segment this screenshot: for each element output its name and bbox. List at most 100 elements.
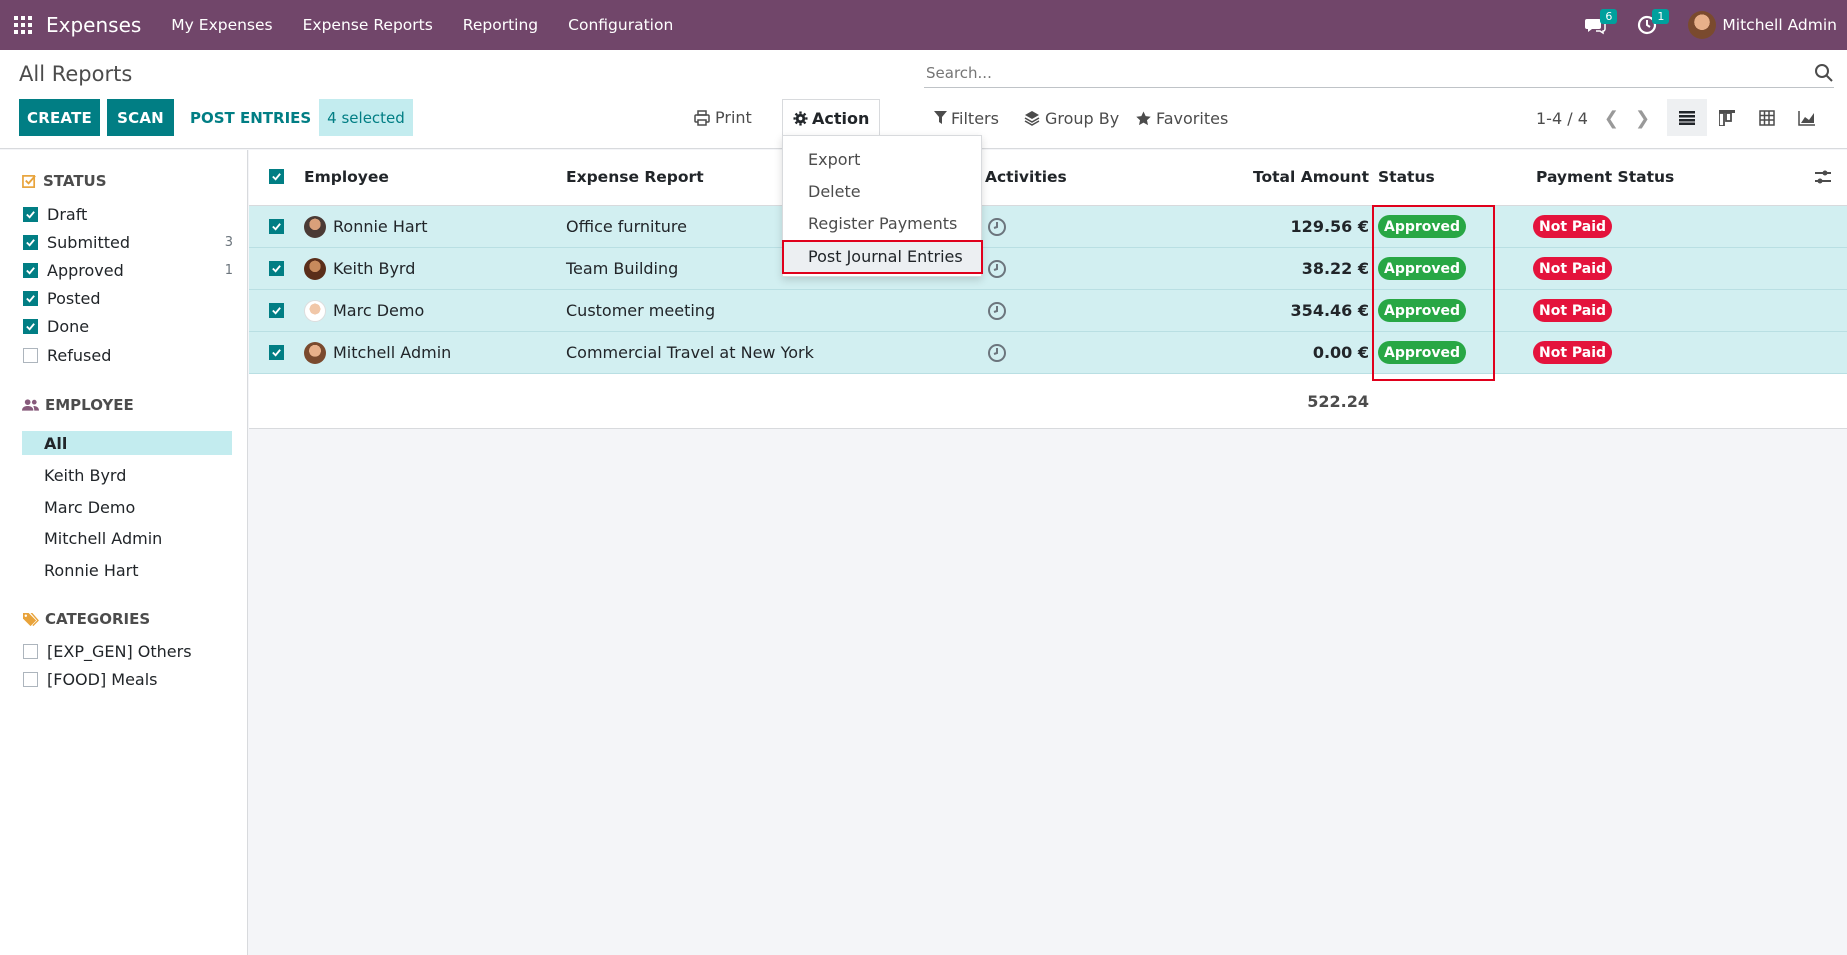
activities-clock-icon[interactable]: 1 bbox=[1636, 9, 1670, 36]
filters-label: Filters bbox=[951, 108, 999, 128]
status-label: Approved bbox=[47, 260, 124, 280]
column-payment-status[interactable]: Payment Status bbox=[1536, 168, 1674, 186]
status-label: Posted bbox=[47, 288, 101, 308]
status-label: Submitted bbox=[47, 232, 131, 252]
activity-clock-icon[interactable] bbox=[987, 343, 1007, 363]
user-name[interactable]: Mitchell Admin bbox=[1722, 16, 1837, 34]
status-label: Draft bbox=[47, 204, 88, 224]
status-filter-submitted[interactable]: Submitted 3 bbox=[23, 230, 233, 254]
employee-filter-keith-byrd[interactable]: Keith Byrd bbox=[22, 463, 232, 487]
table-row[interactable]: Marc Demo Customer meeting 354.46 € Appr… bbox=[249, 290, 1847, 332]
activity-clock-icon[interactable] bbox=[987, 259, 1007, 279]
list-header: Employee Expense Report Activities Total… bbox=[249, 150, 1847, 206]
column-activities[interactable]: Activities bbox=[985, 168, 1067, 186]
action-menu-export[interactable]: Export bbox=[783, 143, 981, 175]
checkbox-checked-icon[interactable] bbox=[23, 262, 38, 278]
total-sum: 522.24 bbox=[1307, 392, 1369, 411]
search-input[interactable] bbox=[924, 63, 1814, 82]
status-count: 3 bbox=[224, 234, 233, 250]
column-status[interactable]: Status bbox=[1378, 168, 1435, 186]
checkbox-checked-icon[interactable] bbox=[23, 290, 38, 306]
row-checkbox[interactable] bbox=[269, 219, 284, 234]
pivot-view-icon[interactable] bbox=[1747, 99, 1787, 136]
post-entries-button[interactable]: POST ENTRIES bbox=[190, 99, 311, 136]
action-label: Action bbox=[812, 108, 870, 128]
menu-expense-reports[interactable]: Expense Reports bbox=[303, 16, 433, 34]
checkbox-checked-icon[interactable] bbox=[23, 318, 38, 334]
checkbox-checked-icon[interactable] bbox=[23, 234, 38, 250]
employee-section-header: EMPLOYEE bbox=[22, 396, 134, 414]
search-bar[interactable] bbox=[924, 58, 1834, 88]
menu-configuration[interactable]: Configuration bbox=[568, 16, 673, 34]
filters-button[interactable]: Filters bbox=[934, 103, 999, 133]
checkbox-unchecked-icon[interactable] bbox=[23, 643, 38, 659]
column-expense-report[interactable]: Expense Report bbox=[566, 168, 704, 186]
pager-previous-icon[interactable]: ❮ bbox=[1604, 108, 1619, 129]
row-checkbox[interactable] bbox=[269, 345, 284, 360]
messages-icon[interactable]: 6 bbox=[1584, 9, 1618, 36]
list-view-icon[interactable] bbox=[1667, 99, 1707, 136]
employee-filter-ronnie-hart[interactable]: Ronnie Hart bbox=[22, 558, 232, 582]
checkbox-unchecked-icon[interactable] bbox=[23, 671, 38, 687]
category-filter-others[interactable]: [EXP_GEN] Others bbox=[23, 639, 233, 663]
employee-filter-mitchell-admin[interactable]: Mitchell Admin bbox=[22, 526, 232, 550]
users-icon bbox=[22, 399, 39, 411]
action-button[interactable]: Action bbox=[782, 99, 881, 136]
employee-filter-marc-demo[interactable]: Marc Demo bbox=[22, 495, 232, 519]
status-label: Refused bbox=[47, 345, 112, 365]
pager-value[interactable]: 1-4 / 4 bbox=[1536, 109, 1588, 128]
category-label: [FOOD] Meals bbox=[47, 669, 158, 689]
category-filter-meals[interactable]: [FOOD] Meals bbox=[23, 667, 233, 691]
action-menu-delete[interactable]: Delete bbox=[783, 175, 981, 207]
column-options-icon[interactable] bbox=[1814, 168, 1832, 186]
action-menu-register-payments[interactable]: Register Payments bbox=[783, 207, 981, 239]
column-total-amount[interactable]: Total Amount bbox=[1253, 168, 1369, 186]
status-filter-done[interactable]: Done bbox=[23, 314, 233, 338]
table-row[interactable]: Mitchell Admin Commercial Travel at New … bbox=[249, 332, 1847, 374]
employee-filter-all[interactable]: All bbox=[22, 431, 232, 455]
search-icon[interactable] bbox=[1814, 63, 1834, 83]
menu-my-expenses[interactable]: My Expenses bbox=[171, 16, 272, 34]
checkbox-unchecked-icon[interactable] bbox=[23, 347, 38, 363]
pager-next-icon[interactable]: ❯ bbox=[1635, 108, 1650, 129]
table-row[interactable]: Keith Byrd Team Building 38.22 € Approve… bbox=[249, 248, 1847, 290]
status-filter-approved[interactable]: Approved 1 bbox=[23, 258, 233, 282]
create-button[interactable]: CREATE bbox=[19, 99, 100, 136]
gear-icon bbox=[793, 110, 808, 126]
top-navbar: Expenses My Expenses Expense Reports Rep… bbox=[0, 0, 1847, 50]
layers-icon bbox=[1024, 111, 1040, 126]
status-filter-refused[interactable]: Refused bbox=[23, 343, 233, 367]
menu-reporting[interactable]: Reporting bbox=[463, 16, 538, 34]
status-title: STATUS bbox=[43, 172, 107, 190]
favorites-button[interactable]: Favorites bbox=[1136, 103, 1228, 133]
categories-title: CATEGORIES bbox=[45, 610, 151, 628]
graph-view-icon[interactable] bbox=[1787, 99, 1827, 136]
column-employee[interactable]: Employee bbox=[304, 168, 389, 186]
activity-clock-icon[interactable] bbox=[987, 217, 1007, 237]
activity-clock-icon[interactable] bbox=[987, 301, 1007, 321]
print-button[interactable]: Print bbox=[694, 99, 752, 136]
status-filter-draft[interactable]: Draft bbox=[23, 202, 233, 226]
total-amount: 354.46 € bbox=[1290, 301, 1369, 320]
scan-button[interactable]: SCAN bbox=[107, 99, 174, 136]
report-name: Customer meeting bbox=[566, 301, 716, 320]
table-row[interactable]: Ronnie Hart Office furniture 129.56 € Ap… bbox=[249, 206, 1847, 248]
row-checkbox[interactable] bbox=[269, 303, 284, 318]
report-name: Commercial Travel at New York bbox=[566, 343, 814, 362]
row-checkbox[interactable] bbox=[269, 261, 284, 276]
payment-status-badge: Not Paid bbox=[1533, 257, 1613, 280]
kanban-view-icon[interactable] bbox=[1707, 99, 1747, 136]
app-name[interactable]: Expenses bbox=[46, 13, 141, 37]
highlight-status-column bbox=[1372, 205, 1495, 381]
apps-grid-icon[interactable] bbox=[14, 16, 32, 34]
group-by-button[interactable]: Group By bbox=[1024, 103, 1119, 133]
user-avatar[interactable] bbox=[1688, 11, 1717, 39]
payment-status-badge: Not Paid bbox=[1533, 341, 1613, 364]
selected-count-badge: 4 selected bbox=[319, 99, 413, 136]
total-amount: 38.22 € bbox=[1301, 259, 1369, 278]
pager: 1-4 / 4 ❮ ❯ bbox=[1536, 103, 1650, 133]
status-filter-posted[interactable]: Posted bbox=[23, 286, 233, 310]
checkbox-checked-icon[interactable] bbox=[23, 206, 38, 222]
select-all-checkbox[interactable] bbox=[269, 169, 284, 184]
employee-avatar bbox=[304, 300, 326, 322]
